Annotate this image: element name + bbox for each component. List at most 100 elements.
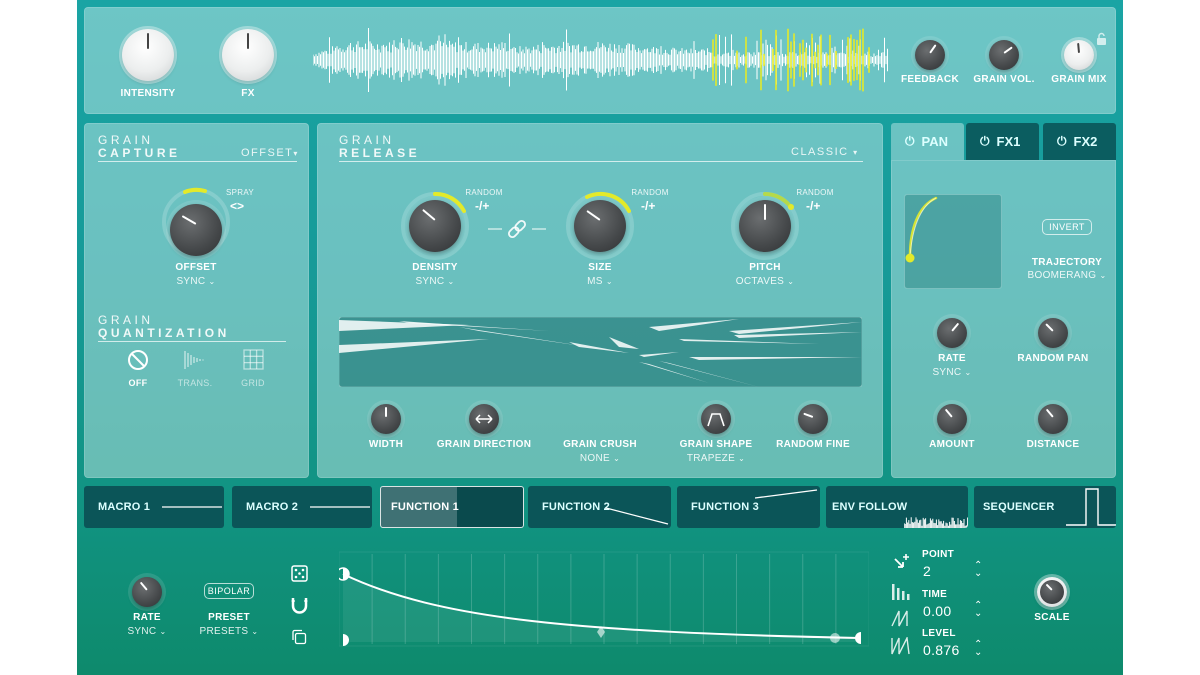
function-rate-label: RATE: [133, 612, 161, 623]
trajectory-value: BOOMERANG: [1027, 270, 1097, 281]
size-mode-value: MS: [587, 276, 603, 287]
scale-knob-inner: [1040, 580, 1064, 604]
release-rule: [339, 161, 863, 162]
function-envelope-editor[interactable]: [339, 550, 869, 650]
chevron-down-icon: ⌄: [738, 454, 746, 463]
feedback-label: FEEDBACK: [901, 74, 959, 85]
fx-knob[interactable]: [222, 29, 274, 81]
mod-tab-function-3[interactable]: FUNCTION 3: [677, 486, 820, 528]
size-mode-dropdown[interactable]: MS ⌄: [560, 276, 640, 287]
preset-dropdown[interactable]: PRESETS ⌄: [189, 626, 269, 637]
waveform-display[interactable]: [313, 28, 889, 92]
pitch-knob[interactable]: [739, 200, 791, 252]
mod-tab-macro-2-label: MACRO 2: [246, 501, 299, 513]
chevron-down-icon: ⌄: [208, 277, 216, 286]
distance-knob[interactable]: [1038, 404, 1068, 434]
chevron-down-icon: ⌄: [964, 368, 972, 377]
density-random-toggle[interactable]: -/+: [475, 199, 489, 213]
copy-icon[interactable]: [291, 629, 307, 645]
level-stepper-icon[interactable]: ⌃ ⌄: [974, 640, 982, 658]
intensity-knob[interactable]: [122, 29, 174, 81]
lock-icon[interactable]: [1096, 32, 1107, 46]
grain-crush-dropdown[interactable]: NONE ⌄: [550, 453, 650, 464]
time-stepper-icon[interactable]: ⌃ ⌄: [974, 601, 982, 619]
grain-vol-knob[interactable]: [989, 40, 1019, 70]
mod-tab-function-1[interactable]: FUNCTION 1: [380, 486, 524, 528]
grain-capture-title: GRAIN CAPTURE: [98, 133, 181, 160]
mod-tab-env-follow-label: ENV FOLLOW: [832, 501, 908, 513]
mod-tab-env-follow[interactable]: ENV FOLLOW: [826, 486, 968, 528]
dice-icon[interactable]: [291, 565, 308, 582]
ramp-down-icon[interactable]: [891, 637, 911, 655]
bidirectional-arrow-icon: [475, 414, 493, 424]
grain-mix-knob[interactable]: [1064, 40, 1094, 70]
point-value[interactable]: 2: [923, 563, 931, 579]
capture-mode-dropdown[interactable]: OFFSET▾: [241, 147, 299, 159]
release-mode-dropdown[interactable]: CLASSIC ▾: [791, 146, 859, 158]
tab-fx2[interactable]: ⏻ FX2: [1043, 123, 1116, 160]
pan-rate-mode-dropdown[interactable]: SYNC ⌄: [912, 367, 992, 378]
level-value[interactable]: 0.876: [923, 642, 960, 658]
preset-value: PRESETS: [199, 626, 249, 637]
grain-direction-button[interactable]: [469, 404, 499, 434]
tab-fx1[interactable]: ⏻ FX1: [966, 123, 1039, 160]
amount-label: AMOUNT: [929, 439, 975, 450]
function-rate-mode-dropdown[interactable]: SYNC ⌄: [107, 626, 187, 637]
size-random-toggle[interactable]: -/+: [641, 199, 655, 213]
grain-quantization-title: GRAIN QUANTIZATION: [98, 313, 230, 340]
spray-arrows-icon[interactable]: <>: [230, 199, 244, 213]
tab-pan[interactable]: ⏻ PAN: [891, 123, 964, 160]
mod-tab-macro-1[interactable]: MACRO 1: [84, 486, 224, 528]
mod-tab-function-2[interactable]: FUNCTION 2: [528, 486, 671, 528]
bars-icon[interactable]: [891, 582, 911, 600]
invert-button[interactable]: INVERT: [1042, 219, 1092, 235]
mod-tab-function-1-label: FUNCTION 1: [391, 501, 459, 513]
function-rate-knob[interactable]: [132, 577, 162, 607]
pan-rate-knob[interactable]: [937, 318, 967, 348]
random-pan-knob[interactable]: [1038, 318, 1068, 348]
mod-tab-macro-2[interactable]: MACRO 2: [232, 486, 372, 528]
time-label: TIME: [922, 589, 948, 600]
ramp-up-icon[interactable]: [891, 609, 911, 627]
distance-label: DISTANCE: [1026, 439, 1080, 450]
grain-shape-dropdown[interactable]: TRAPEZE ⌄: [666, 453, 766, 464]
quantize-grid-icon[interactable]: [243, 349, 264, 370]
grain-vol-label: GRAIN VOL.: [973, 74, 1035, 85]
random-fine-knob[interactable]: [798, 404, 828, 434]
width-knob[interactable]: [371, 404, 401, 434]
function-2-preview: [606, 507, 669, 525]
mod-tab-sequencer[interactable]: SEQUENCER: [974, 486, 1116, 528]
add-point-icon[interactable]: [891, 553, 911, 573]
macro-2-preview: [310, 506, 370, 508]
pitch-random-toggle[interactable]: -/+: [806, 199, 820, 213]
quantize-off-icon[interactable]: [127, 349, 149, 371]
density-knob[interactable]: [409, 200, 461, 252]
mod-tab-function-3-label: FUNCTION 3: [691, 501, 759, 513]
time-value[interactable]: 0.00: [923, 603, 951, 619]
feedback-knob[interactable]: [915, 40, 945, 70]
link-icon[interactable]: [486, 219, 548, 239]
bipolar-button[interactable]: BIPOLAR: [204, 583, 254, 599]
offset-label: OFFSET: [175, 262, 217, 273]
quantize-transient-icon[interactable]: [182, 349, 208, 371]
density-mode-dropdown[interactable]: SYNC ⌄: [395, 276, 475, 287]
quantize-off-label: OFF: [128, 378, 148, 388]
grain-shape-button[interactable]: [701, 404, 731, 434]
pitch-mode-dropdown[interactable]: OCTAVES ⌄: [725, 276, 805, 287]
offset-mode-dropdown[interactable]: SYNC ⌄: [156, 276, 236, 287]
pan-trajectory-display[interactable]: [904, 194, 1002, 289]
capture-mode-value: OFFSET: [241, 147, 294, 159]
random-fine-label: RANDOM FINE: [776, 439, 850, 450]
offset-knob[interactable]: [170, 204, 222, 256]
trajectory-dropdown[interactable]: BOOMERANG ⌄: [1017, 270, 1117, 281]
scale-label: SCALE: [1034, 612, 1070, 623]
point-stepper-icon[interactable]: ⌃ ⌄: [974, 561, 982, 579]
mod-tab-macro-1-label: MACRO 1: [98, 501, 151, 513]
amount-knob[interactable]: [937, 404, 967, 434]
chevron-down-icon: ⌄: [251, 627, 259, 636]
offset-mode-value: SYNC: [176, 276, 206, 287]
size-knob[interactable]: [574, 200, 626, 252]
grain-release-panel: [317, 123, 883, 478]
magnet-icon[interactable]: [291, 597, 308, 615]
chevron-down-icon: ⌄: [605, 277, 613, 286]
